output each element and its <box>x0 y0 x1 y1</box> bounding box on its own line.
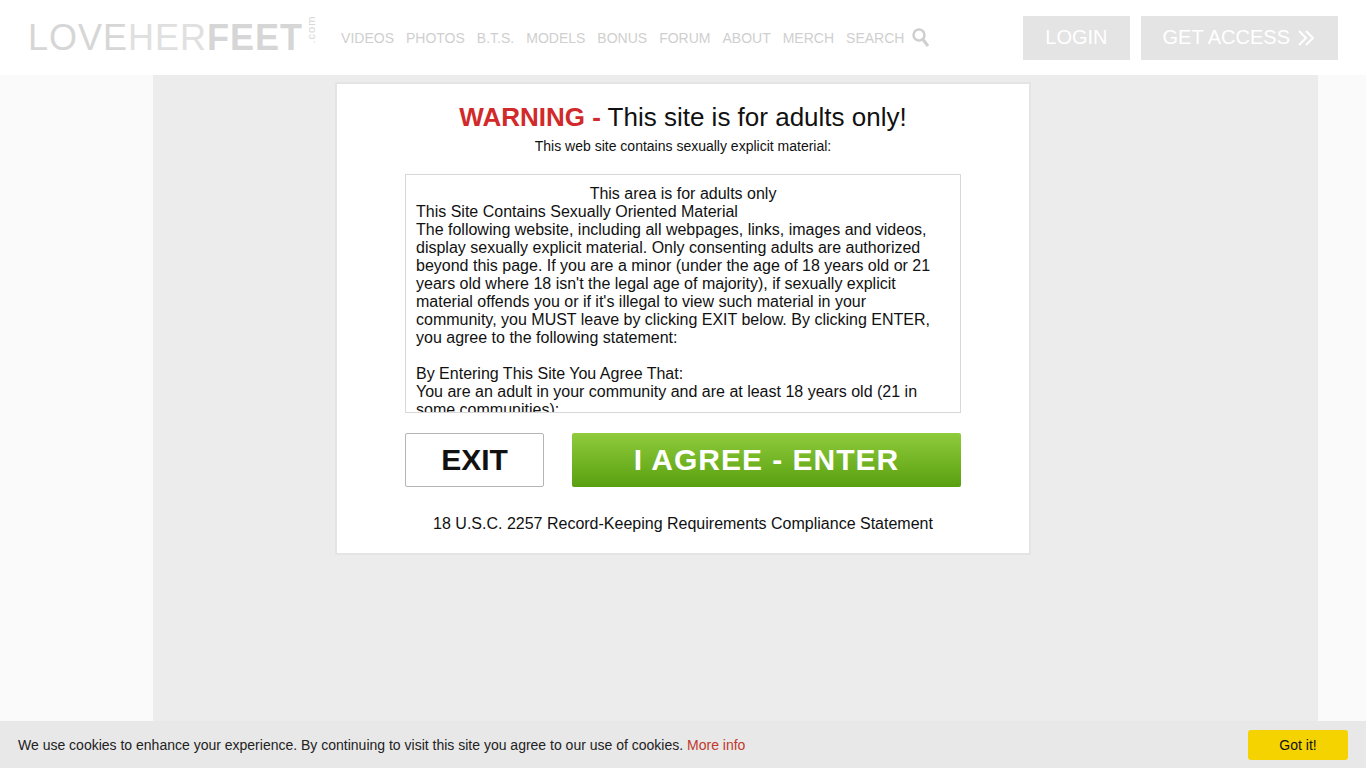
modal-title: WARNING - This site is for adults only! <box>405 100 961 134</box>
nav-item[interactable]: VIDEOS <box>341 28 394 48</box>
nav-item[interactable]: MODELS <box>526 28 585 48</box>
nav-item[interactable]: SEARCH <box>846 28 930 48</box>
nav-item[interactable]: FORUM <box>659 28 710 48</box>
header: LOVEHERFEET .com VIDEOS PHOTOS B.T.S. MO… <box>0 0 1366 75</box>
logo-part: LOVE <box>28 20 128 56</box>
logo-part: FEET <box>207 20 303 56</box>
enter-button[interactable]: I AGREE - ENTER <box>572 433 961 487</box>
warning-label: WARNING - <box>459 102 601 132</box>
get-access-button[interactable]: GET ACCESS <box>1141 16 1338 60</box>
nav-item[interactable]: ABOUT <box>722 28 770 48</box>
logo[interactable]: LOVEHERFEET .com <box>28 20 317 56</box>
background-photo: WARNING - This site is for adults only! … <box>0 75 1366 768</box>
modal-subtitle: This web site contains sexually explicit… <box>405 138 961 154</box>
nav-item[interactable]: BONUS <box>597 28 647 48</box>
more-info-link[interactable]: More info <box>687 737 745 753</box>
compliance-link[interactable]: 18 U.S.C. 2257 Record-Keeping Requiremen… <box>405 515 961 533</box>
nav-item[interactable]: PHOTOS <box>406 28 465 48</box>
login-button[interactable]: LOGIN <box>1023 16 1129 60</box>
nav-item[interactable]: B.T.S. <box>477 28 514 48</box>
terms-line: This Site Contains Sexually Oriented Mat… <box>416 203 950 221</box>
terms-box[interactable]: This area is for adults only This Site C… <box>405 174 961 413</box>
logo-suffix: .com <box>306 32 317 44</box>
search-icon <box>912 28 930 48</box>
nav: VIDEOS PHOTOS B.T.S. MODELS BONUS FORUM … <box>341 28 930 48</box>
terms-line: By Entering This Site You Agree That: <box>416 365 950 383</box>
header-actions: LOGIN GET ACCESS <box>1023 16 1338 60</box>
terms-blank <box>416 347 950 365</box>
got-it-button[interactable]: Got it! <box>1248 730 1348 760</box>
age-warning-modal: WARNING - This site is for adults only! … <box>335 82 1031 555</box>
terms-line: The following website, including all web… <box>416 221 950 347</box>
terms-heading: This area is for adults only <box>416 185 950 203</box>
terms-line: You are an adult in your community and a… <box>416 383 950 413</box>
page: LOVEHERFEET .com VIDEOS PHOTOS B.T.S. MO… <box>0 0 1366 768</box>
exit-button[interactable]: EXIT <box>405 433 544 487</box>
title-text: This site is for adults only! <box>608 102 907 132</box>
logo-part: HER <box>128 20 207 56</box>
chevrons-icon <box>1296 28 1316 48</box>
cookie-bar: We use cookies to enhance your experienc… <box>0 721 1366 768</box>
cookie-text: We use cookies to enhance your experienc… <box>18 737 745 753</box>
nav-item[interactable]: MERCH <box>783 28 834 48</box>
modal-buttons: EXIT I AGREE - ENTER <box>405 433 961 487</box>
